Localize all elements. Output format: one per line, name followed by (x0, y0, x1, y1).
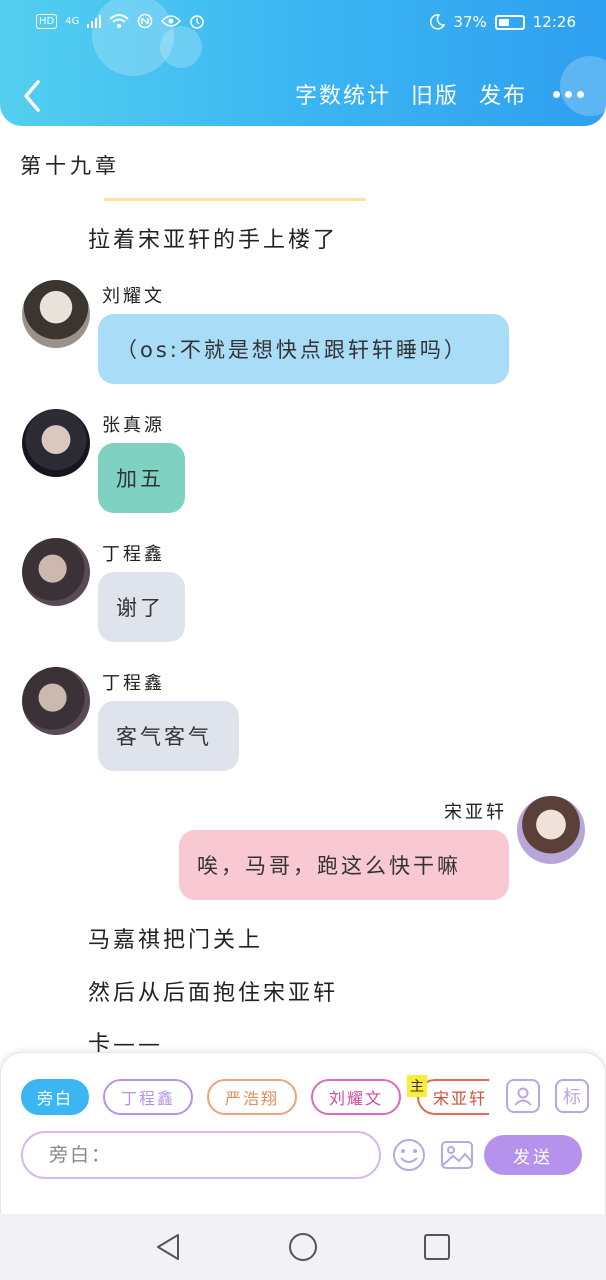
chat-bubble[interactable]: 唉，马哥，跑这么快干嘛 (179, 830, 509, 900)
triangle-back-icon (157, 1234, 179, 1260)
moon-icon (430, 14, 446, 30)
header-nav: 字数统计 旧版 发布 (0, 70, 606, 120)
avatar[interactable] (22, 538, 90, 606)
chat-bubble[interactable]: 谢了 (98, 572, 185, 642)
role-chip[interactable]: 刘耀文 (311, 1079, 401, 1115)
nav-home-button[interactable] (286, 1230, 320, 1264)
narration-line[interactable]: 然后从后面抱住宋亚轩 (88, 975, 338, 1007)
chapter-title[interactable]: 第十九章 (20, 150, 120, 180)
publish-button[interactable]: 发布 (479, 78, 527, 110)
chat-bubble[interactable]: 客气客气 (98, 701, 239, 771)
old-version-button[interactable]: 旧版 (411, 78, 459, 110)
speaker-name: 宋亚轩 (444, 802, 507, 823)
emoji-button[interactable] (391, 1137, 427, 1173)
signal-indicator: 4G (65, 15, 80, 27)
nav-back-button[interactable] (152, 1230, 186, 1264)
image-icon (441, 1141, 473, 1169)
chat-bubble[interactable]: 加五 (98, 443, 185, 513)
system-nav-bar (0, 1214, 606, 1280)
character-button[interactable] (506, 1079, 540, 1113)
role-chip-narrator[interactable]: 旁白 (21, 1079, 89, 1115)
status-bar: HD 4G 37% 12:26 (0, 0, 606, 46)
speaker-name: 刘耀文 (102, 286, 165, 307)
eye-icon (161, 15, 182, 27)
chevron-left-icon (24, 80, 40, 112)
message-input[interactable] (21, 1131, 381, 1179)
story-editor-screen: HD 4G 37% 12:26 字数统计 旧版 发布 第十九章 拉着宋亚轩的手上… (0, 0, 606, 1280)
role-selector: 旁白 丁程鑫 严浩翔 刘耀文 宋亚轩 主 标 (21, 1075, 591, 1119)
smiley-icon (393, 1139, 425, 1171)
battery-percent: 37% (453, 13, 487, 31)
battery-icon (494, 14, 525, 30)
more-button[interactable] (547, 90, 584, 98)
speaker-name: 丁程鑫 (102, 673, 165, 694)
person-icon (514, 1087, 532, 1106)
tag-button[interactable]: 标 (555, 1079, 589, 1113)
chat-bubble[interactable]: （os:不就是想快点跟轩轩睡吗） (98, 314, 509, 384)
alarm-icon (190, 15, 205, 29)
circle-home-icon (289, 1233, 317, 1261)
avatar[interactable] (22, 280, 90, 348)
send-button[interactable]: 发送 (484, 1135, 582, 1175)
chapter-divider (104, 198, 366, 201)
composer-panel: 旁白 丁程鑫 严浩翔 刘耀文 宋亚轩 主 标 旁白： 发送 (0, 1052, 606, 1214)
role-chip[interactable]: 丁程鑫 (103, 1079, 193, 1115)
back-button[interactable] (18, 74, 54, 114)
clock-time: 12:26 (532, 13, 576, 31)
top-header: HD 4G 37% 12:26 字数统计 旧版 发布 (0, 0, 606, 126)
word-count-button[interactable]: 字数统计 (295, 78, 391, 110)
speaker-name: 张真源 (102, 415, 165, 436)
image-button[interactable] (439, 1137, 475, 1173)
narration-line[interactable]: 拉着宋亚轩的手上楼了 (88, 222, 338, 254)
role-chip[interactable]: 严浩翔 (207, 1079, 297, 1115)
wifi-icon (109, 14, 130, 28)
square-recents-icon (424, 1234, 450, 1260)
avatar[interactable] (22, 409, 90, 477)
avatar[interactable] (517, 796, 585, 864)
hd-indicator: HD (36, 13, 58, 29)
nfc-icon (138, 13, 153, 29)
more-dots-icon (553, 90, 560, 98)
role-chip[interactable]: 宋亚轩 (417, 1079, 489, 1115)
signal-icon (87, 15, 102, 28)
avatar[interactable] (22, 667, 90, 735)
speaker-name: 丁程鑫 (102, 544, 165, 565)
main-role-badge: 主 (407, 1075, 427, 1097)
nav-recents-button[interactable] (420, 1230, 454, 1264)
narration-line[interactable]: 马嘉祺把门关上 (88, 922, 263, 954)
